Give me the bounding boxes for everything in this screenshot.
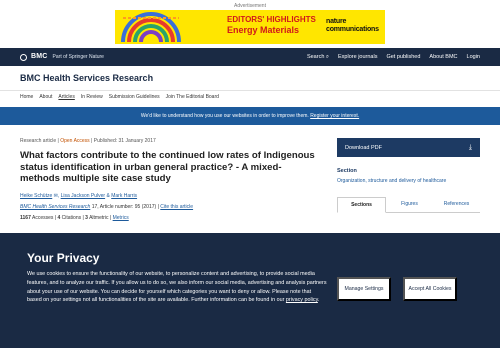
accesses-count: 1167 [20, 214, 31, 221]
download-pdf-label: Download PDF [345, 144, 382, 151]
privacy-period: . [317, 297, 320, 304]
nav-login[interactable]: Login [467, 54, 480, 61]
article-type: Research article [20, 138, 57, 144]
bmc-brand[interactable]: BMC Part of Springer Nature [20, 53, 104, 61]
notice-text: We'd like to understand how you use our … [140, 113, 309, 119]
tab-sections[interactable]: Sections [337, 196, 386, 213]
download-icon: ⤓ [468, 143, 472, 151]
published-date: Published: 31 January 2017 [93, 138, 156, 144]
privacy-banner: Your Privacy We use cookies to ensure th… [0, 233, 500, 348]
journal-nav-submission-guidelines[interactable]: Submission Guidelines [109, 94, 160, 100]
journal-nav-in-review[interactable]: In Review [81, 94, 103, 100]
search-icon: ⌕ [325, 54, 330, 60]
citation-details: 17, Article number: 95 (2017) [91, 203, 157, 210]
privacy-text: We use cookies to ensure the functionali… [27, 271, 327, 304]
ad-headline: EDITORS' HIGHLIGHTS Energy Materials [227, 15, 316, 35]
journal-title[interactable]: BMC Health Services Research [20, 73, 153, 83]
ad-label: Advertisement [234, 3, 266, 9]
journal-nav-editorial-board[interactable]: Join The Editorial Board [166, 94, 219, 100]
tab-figures[interactable]: Figures [386, 197, 433, 212]
bmc-logo: BMC [31, 53, 48, 60]
nav-search[interactable]: Search ⌕ [307, 54, 329, 61]
global-nav: Search ⌕ Explore journals Get published … [307, 54, 480, 61]
global-header: BMC Part of Springer Nature Search ⌕ Exp… [0, 48, 500, 66]
journal-nav-home[interactable]: Home [20, 94, 33, 100]
privacy-policy-link[interactable]: privacy policy [286, 297, 318, 303]
article-title: What factors contribute to the continued… [20, 150, 315, 184]
author-link[interactable]: Lisa Jackson Pulver [61, 193, 105, 199]
privacy-body: We use cookies to ensure the functionali… [27, 270, 327, 305]
tab-references[interactable]: References [433, 197, 480, 212]
bmc-logo-icon [20, 54, 27, 61]
journal-link[interactable]: BMC Health Services Research [20, 204, 90, 210]
metrics-link[interactable]: Metrics [113, 215, 129, 221]
accesses-label: Accesses [31, 214, 54, 221]
ad-headline-line2: Energy Materials [227, 25, 300, 35]
privacy-title: Your Privacy [27, 251, 100, 265]
brand-subtitle: Part of Springer Nature [52, 53, 104, 60]
ad-brand: nature communications [326, 18, 379, 34]
ad-brand-line1: nature [326, 18, 347, 25]
journal-nav-articles[interactable]: Articles [58, 94, 74, 100]
citations-label: Citations [61, 214, 82, 221]
author-list: Heike Schütze ✉, Lisa Jackson Pulver & M… [20, 192, 138, 199]
accept-all-cookies-button[interactable]: Accept All Cookies [403, 277, 457, 301]
author-link[interactable]: Mark Harris [111, 193, 137, 199]
journal-header: BMC Health Services Research [0, 66, 500, 91]
survey-notice: We'd like to understand how you use our … [0, 107, 500, 125]
ad-brand-line2: communications [326, 26, 379, 33]
article-sidebar: Download PDF ⤓ Section Organization, str… [337, 138, 480, 213]
manage-settings-button[interactable]: Manage Settings [337, 277, 391, 301]
sidebar-tabs: Sections Figures References [337, 196, 480, 213]
section-label: Section [337, 168, 357, 174]
notice-register-link[interactable]: Register your interest. [310, 113, 359, 119]
article-meta: Research article | Open Access | Publish… [20, 138, 156, 144]
author-link[interactable]: Heike Schütze [20, 193, 52, 199]
email-icon[interactable]: ✉ [54, 193, 58, 199]
ad-artwork [121, 12, 181, 42]
ad-banner[interactable]: EDITORS' HIGHLIGHTS Energy Materials nat… [115, 10, 385, 44]
altmetric-label: Altmetric [89, 214, 109, 221]
section-value-link[interactable]: Organization, structure and delivery of … [337, 178, 480, 185]
journal-nav: Home About Articles In Review Submission… [20, 94, 219, 100]
journal-nav-about[interactable]: About [39, 94, 52, 100]
nav-about-bmc[interactable]: About BMC [429, 54, 457, 61]
altmetric-count: 3 [85, 214, 88, 221]
article-metrics: 1167 Accesses | 4 Citations | 3 Altmetri… [20, 214, 129, 221]
download-pdf-button[interactable]: Download PDF ⤓ [337, 138, 480, 157]
citation-line: BMC Health Services Research 17, Article… [20, 203, 194, 210]
open-access-badge: Open Access [60, 138, 90, 144]
citations-count: 4 [57, 214, 61, 221]
ad-headline-line1: EDITORS' HIGHLIGHTS [227, 15, 316, 24]
cite-this-article-link[interactable]: Cite this article [160, 204, 193, 210]
article-main: Research article | Open Access | Publish… [20, 138, 315, 221]
nav-get-published[interactable]: Get published [386, 54, 420, 61]
nav-explore-journals[interactable]: Explore journals [338, 54, 377, 61]
